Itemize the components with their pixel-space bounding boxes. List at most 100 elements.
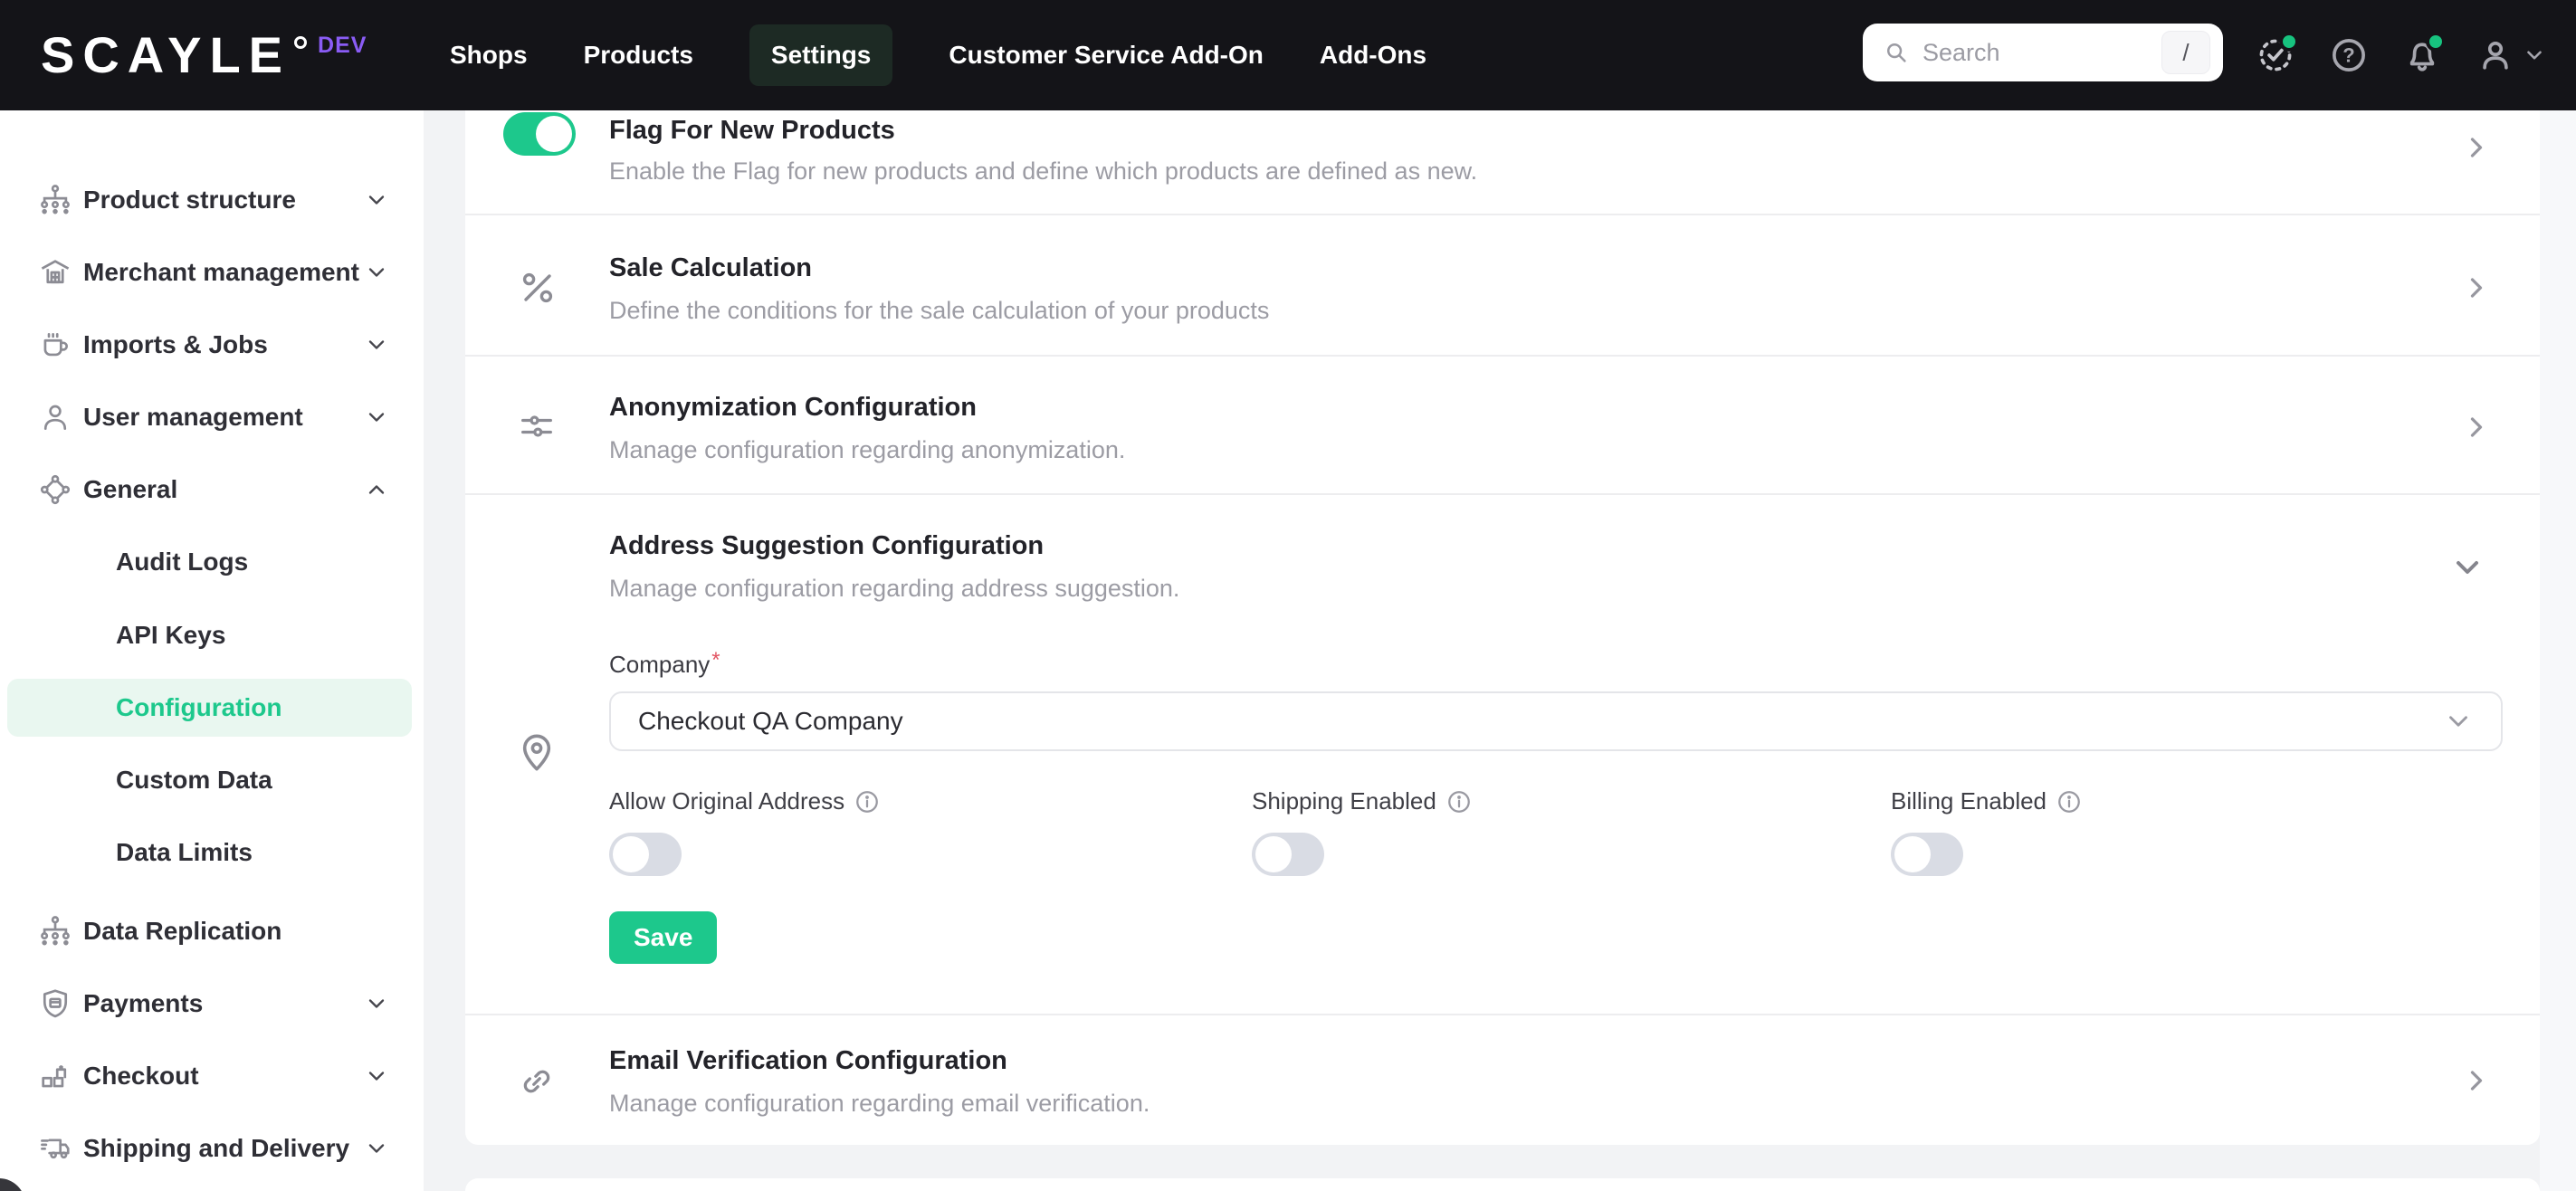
notifications-badge bbox=[2426, 32, 2446, 52]
logo-ring-icon bbox=[294, 36, 308, 49]
chevron-right-icon[interactable] bbox=[2460, 272, 2493, 304]
sidebar-item-shipping-and-delivery[interactable]: Shipping and Delivery bbox=[0, 1120, 424, 1177]
company-select-value: Checkout QA Company bbox=[638, 707, 903, 735]
sidebar-item-label: Shipping and Delivery bbox=[83, 1134, 350, 1162]
sidebar-item-label: Product structure bbox=[83, 186, 296, 214]
scayle-logo[interactable]: SCAYLE DEV bbox=[41, 0, 367, 110]
chevron-down-icon bbox=[368, 999, 385, 1008]
flag-new-products-toggle[interactable] bbox=[503, 112, 576, 156]
sidebar-item-label: User management bbox=[83, 403, 303, 431]
toggle-knob bbox=[1255, 836, 1292, 872]
sidebar-item-label: Checkout bbox=[83, 1062, 199, 1090]
next-settings-card-partial bbox=[465, 1178, 2540, 1191]
collapse-section-chevron-icon[interactable] bbox=[2449, 549, 2485, 586]
sidebar-item-product-structure[interactable]: Product structure bbox=[0, 171, 424, 229]
link-icon bbox=[523, 1070, 550, 1093]
row-title: Flag For New Products bbox=[609, 116, 895, 145]
chevron-down-icon bbox=[368, 1072, 385, 1081]
row-description: Manage configuration regarding anonymiza… bbox=[609, 436, 1126, 463]
nav-products[interactable]: Products bbox=[584, 24, 693, 86]
global-search[interactable]: / bbox=[1863, 24, 2223, 81]
info-icon[interactable] bbox=[1445, 788, 1473, 815]
allow-original-address-toggle[interactable] bbox=[609, 833, 682, 876]
row-title: Anonymization Configuration bbox=[609, 393, 977, 422]
shipping-enabled-toggle[interactable] bbox=[1252, 833, 1324, 876]
chevron-down-icon bbox=[368, 268, 385, 277]
user-menu[interactable] bbox=[2476, 35, 2546, 75]
page-right-gutter bbox=[2540, 110, 2576, 1191]
chevron-down-icon bbox=[368, 195, 385, 205]
save-button[interactable]: Save bbox=[609, 911, 718, 964]
nav-settings[interactable]: Settings bbox=[749, 24, 893, 86]
sidebar-item-configuration[interactable]: Configuration bbox=[0, 679, 424, 737]
chevron-down-icon bbox=[368, 413, 385, 422]
info-icon[interactable] bbox=[854, 788, 881, 815]
search-input[interactable] bbox=[1922, 38, 2161, 67]
search-icon bbox=[1887, 43, 1906, 62]
sidebar-item-label: General bbox=[83, 475, 178, 503]
billing-enabled-toggle[interactable] bbox=[1891, 833, 1963, 876]
row-divider bbox=[465, 355, 2540, 357]
percent-icon bbox=[522, 272, 553, 303]
row-divider bbox=[465, 1014, 2540, 1015]
sidebar-item-user-management[interactable]: User management bbox=[0, 388, 424, 446]
chevron-down-icon bbox=[368, 340, 385, 349]
sliders-icon bbox=[521, 415, 552, 437]
chevron-right-icon[interactable] bbox=[2460, 131, 2493, 164]
row-title[interactable]: Address Suggestion Configuration bbox=[609, 531, 1044, 561]
info-icon[interactable] bbox=[2056, 788, 2083, 815]
allow-original-address-label: Allow Original Address bbox=[609, 787, 881, 815]
row-description: Define the conditions for the sale calcu… bbox=[609, 297, 1270, 324]
chevron-up-icon bbox=[368, 485, 385, 494]
sidebar-item-payments[interactable]: Payments bbox=[0, 975, 424, 1033]
row-description: Enable the Flag for new products and def… bbox=[609, 157, 1478, 185]
shield-card-icon bbox=[43, 989, 68, 1018]
sidebar-item-label: API Keys bbox=[116, 621, 226, 649]
sidebar-item-checkout[interactable]: Checkout bbox=[0, 1047, 424, 1105]
sidebar-item-general[interactable]: General bbox=[0, 461, 424, 519]
notifications-bell-icon[interactable] bbox=[2402, 32, 2446, 75]
person-icon bbox=[43, 405, 67, 431]
shipping-enabled-label: Shipping Enabled bbox=[1252, 787, 1473, 815]
coffee-cup-icon bbox=[43, 332, 68, 357]
help-icon[interactable]: ? bbox=[2329, 35, 2369, 75]
environment-badge: DEV bbox=[318, 32, 367, 58]
sidebar-item-label: Payments bbox=[83, 989, 204, 1017]
sidebar-item-merchant-management[interactable]: Merchant management bbox=[0, 243, 424, 301]
user-avatar-icon bbox=[2483, 41, 2508, 70]
row-title: Email Verification Configuration bbox=[609, 1046, 1007, 1075]
sidebar-item-label: Audit Logs bbox=[116, 548, 249, 576]
company-field-label: Company* bbox=[609, 648, 720, 678]
settings-content: Flag For New Products Enable the Flag fo… bbox=[465, 110, 2540, 1191]
sidebar-item-data-limits[interactable]: Data Limits bbox=[0, 824, 424, 881]
search-shortcut-key: / bbox=[2161, 31, 2210, 74]
chevron-down-icon bbox=[2449, 716, 2467, 727]
status-check-icon[interactable] bbox=[2256, 32, 2299, 75]
row-divider bbox=[465, 493, 2540, 495]
row-title: Sale Calculation bbox=[609, 253, 813, 282]
sidebar-item-custom-data[interactable]: Custom Data bbox=[0, 751, 424, 809]
sidebar-item-label: Configuration bbox=[116, 693, 282, 721]
toggle-knob bbox=[1894, 836, 1931, 872]
sidebar-item-imports-jobs[interactable]: Imports & Jobs bbox=[0, 316, 424, 374]
status-badge bbox=[2279, 32, 2299, 52]
chevron-right-icon[interactable] bbox=[2460, 1064, 2493, 1097]
nav-add-ons[interactable]: Add-Ons bbox=[1320, 24, 1426, 86]
sidebar-item-label: Imports & Jobs bbox=[83, 330, 268, 358]
row-description: Manage configuration regarding email ver… bbox=[609, 1090, 1150, 1117]
nav-customer-service-addon[interactable]: Customer Service Add-On bbox=[949, 24, 1263, 86]
topbar-icon-group: ? bbox=[2256, 0, 2546, 110]
location-pin-icon bbox=[522, 734, 551, 771]
chevron-right-icon[interactable] bbox=[2460, 411, 2493, 443]
sidebar-item-data-replication[interactable]: Data Replication bbox=[0, 902, 424, 960]
sidebar-item-api-keys[interactable]: API Keys bbox=[0, 606, 424, 664]
sidebar-item-label: Data Limits bbox=[116, 838, 253, 866]
main-nav: Shops Products Settings Customer Service… bbox=[450, 0, 1426, 110]
svg-text:?: ? bbox=[2342, 44, 2354, 67]
required-marker: * bbox=[711, 648, 720, 672]
org-chart-icon bbox=[41, 916, 70, 946]
sidebar-item-audit-logs[interactable]: Audit Logs bbox=[0, 533, 424, 591]
company-select[interactable]: Checkout QA Company bbox=[609, 691, 2503, 751]
nav-shops[interactable]: Shops bbox=[450, 24, 528, 86]
toggle-knob bbox=[536, 116, 572, 152]
